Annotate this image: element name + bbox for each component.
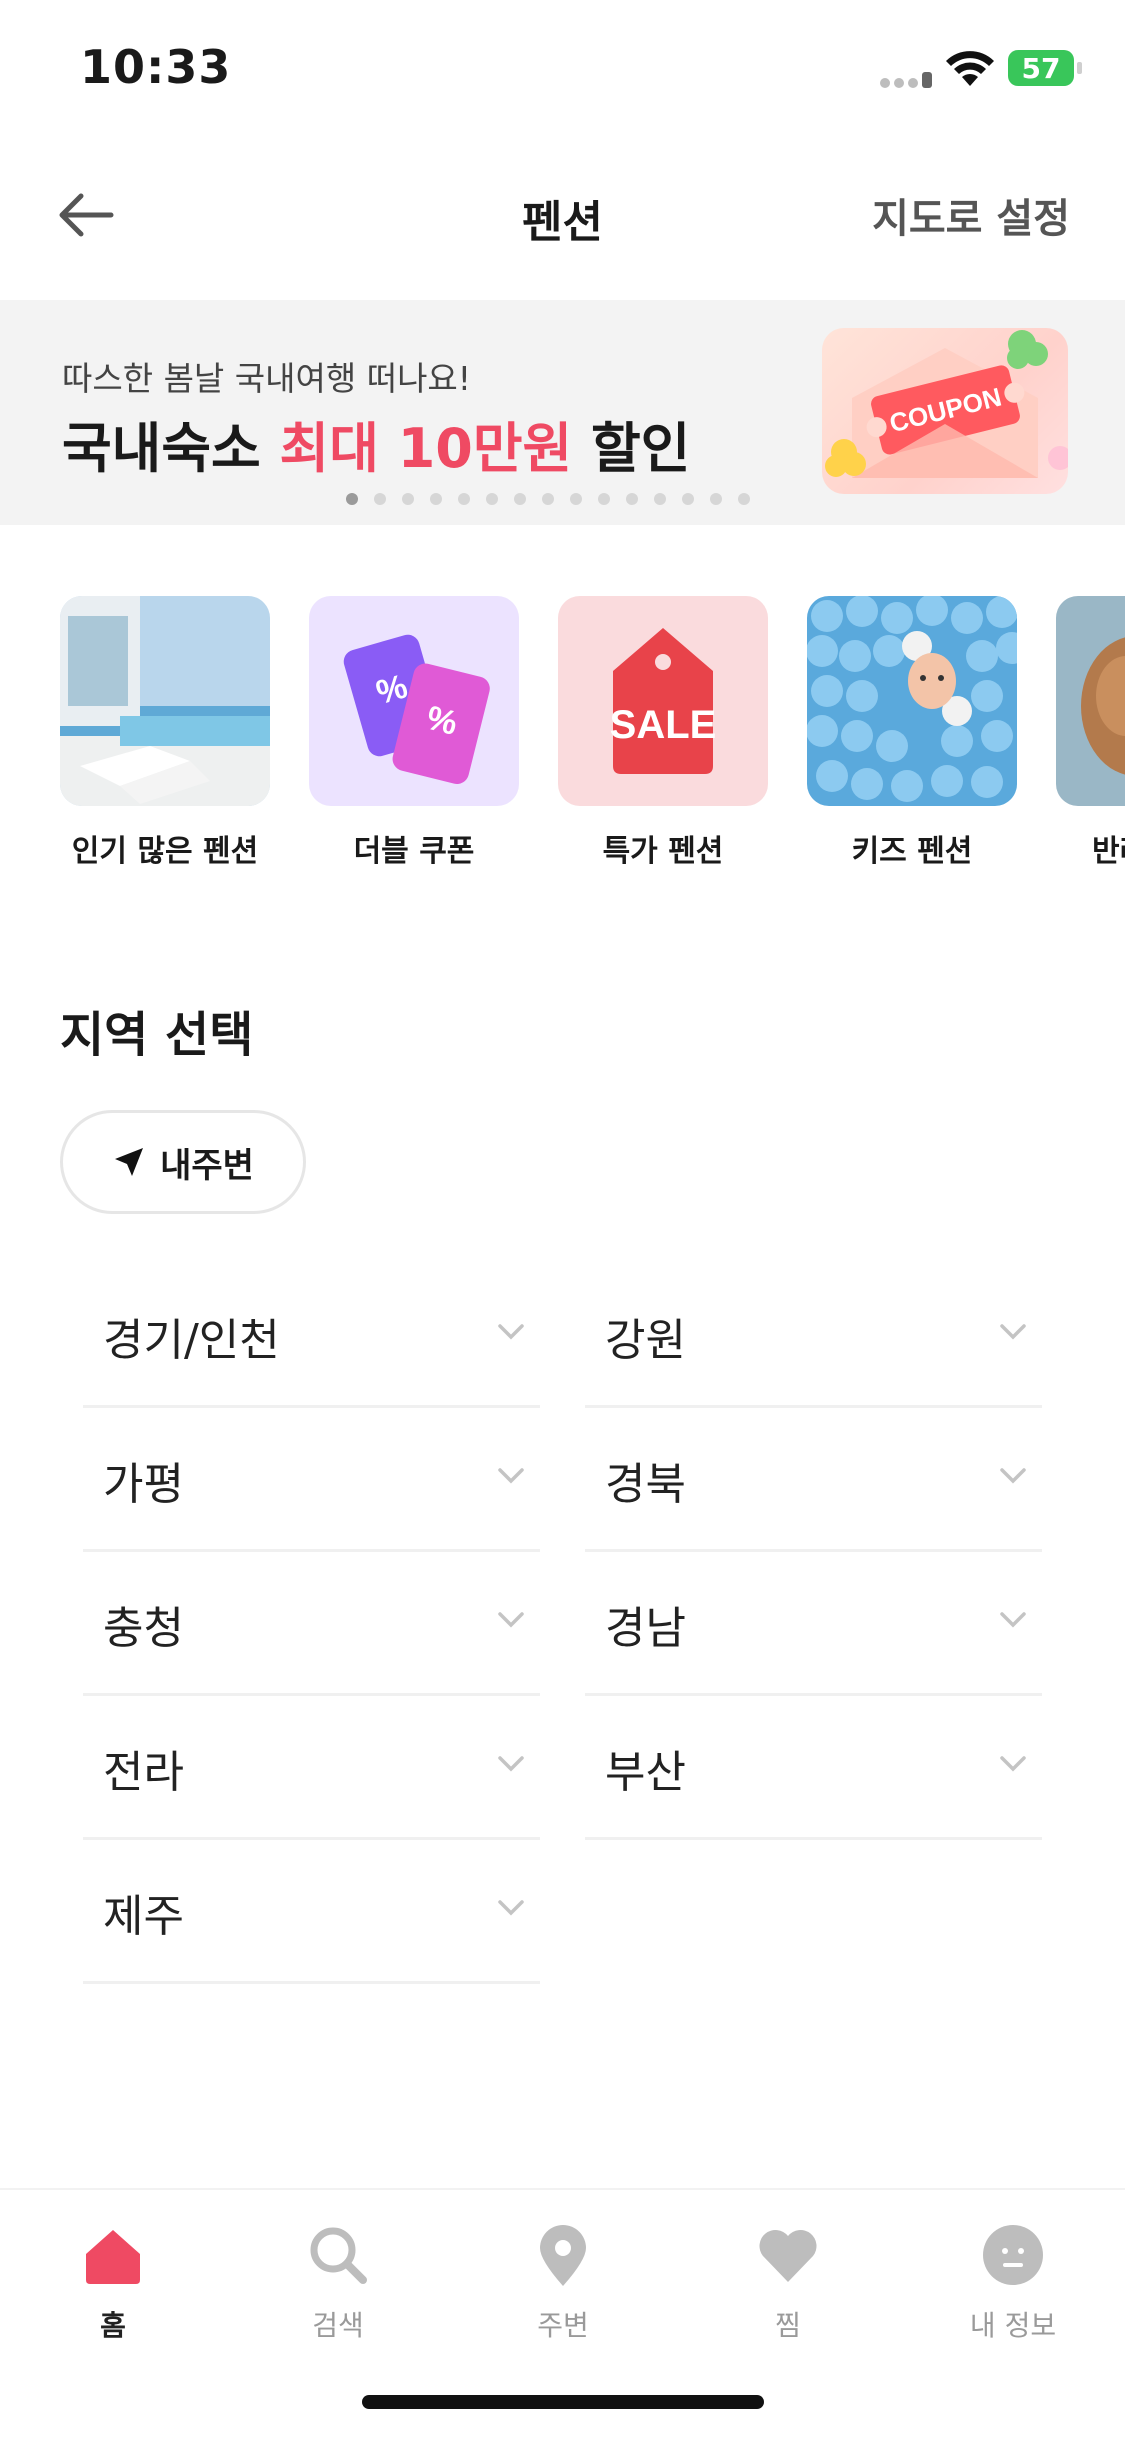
status-bar: 10:33 57	[0, 0, 1125, 140]
battery-icon: 57	[1008, 50, 1082, 86]
map-settings-button[interactable]: 지도로 설정	[872, 186, 1070, 244]
category-label: 더블 쿠폰	[353, 834, 475, 869]
region-jeju[interactable]: 제주	[83, 1840, 540, 1984]
banner-title: 국내숙소 최대 10만원 할인	[62, 404, 690, 483]
tab-label: 내 정보	[969, 2309, 1057, 2342]
navigation-arrow-icon	[115, 1148, 144, 1176]
banner-pagination	[346, 493, 750, 505]
status-time: 10:33	[80, 40, 232, 94]
region-name: 충청	[103, 1603, 184, 1654]
category-label: 특가 펜션	[602, 834, 724, 869]
banner-title-prefix: 국내숙소	[62, 417, 280, 480]
dog-photo	[1056, 596, 1125, 806]
tab-label: 찜	[775, 2309, 801, 2342]
chevron-down-icon	[1000, 1756, 1026, 1772]
chevron-down-icon	[498, 1612, 524, 1628]
chevron-down-icon	[1000, 1324, 1026, 1340]
region-name: 전라	[103, 1747, 184, 1798]
tab-home[interactable]: 홈	[33, 2220, 193, 2344]
tab-my-info[interactable]: 내 정보	[933, 2220, 1093, 2344]
profile-icon	[983, 2225, 1043, 2285]
region-gyeonggi-incheon[interactable]: 경기/인천	[83, 1264, 540, 1408]
category-pet-pension[interactable]: 반려	[1056, 596, 1125, 870]
cellular-signal-icon	[880, 72, 936, 92]
category-double-coupon[interactable]: % % 더블 쿠폰	[309, 596, 519, 870]
banner-subtitle: 따스한 봄날 국내여행 떠나요!	[62, 359, 472, 398]
tab-label: 주변	[537, 2309, 589, 2342]
region-gapyeong[interactable]: 가평	[83, 1408, 540, 1552]
wifi-icon	[946, 51, 994, 86]
tab-nearby[interactable]: 주변	[483, 2220, 643, 2344]
home-icon	[86, 2230, 140, 2284]
chevron-down-icon	[1000, 1468, 1026, 1484]
region-section-title: 지역 선택	[60, 1007, 254, 1063]
coupon-illustration: COUPON	[822, 328, 1068, 494]
region-name: 경기/인천	[103, 1315, 280, 1366]
pool-villa-photo	[60, 596, 270, 806]
tab-search[interactable]: 검색	[258, 2220, 418, 2344]
region-jeolla[interactable]: 전라	[83, 1696, 540, 1840]
kids-ball-pit-photo	[807, 596, 1017, 806]
battery-level: 57	[1021, 51, 1061, 85]
region-busan[interactable]: 부산	[585, 1696, 1042, 1840]
tab-label: 검색	[312, 2309, 364, 2342]
nav-header: 펜션 지도로 설정	[0, 160, 1125, 270]
region-chungcheong[interactable]: 충청	[83, 1552, 540, 1696]
banner-title-highlight: 최대 10만원	[279, 417, 573, 480]
chevron-down-icon	[1000, 1612, 1026, 1628]
nearby-button[interactable]: 내주변	[60, 1110, 306, 1214]
region-name: 경남	[605, 1603, 686, 1654]
region-name: 가평	[103, 1459, 184, 1510]
region-name: 강원	[605, 1315, 686, 1366]
category-popular-pension[interactable]: 인기 많은 펜션	[60, 596, 270, 870]
category-label: 키즈 펜션	[851, 834, 973, 869]
chevron-down-icon	[498, 1324, 524, 1340]
category-kids-pension[interactable]: 키즈 펜션	[807, 596, 1017, 870]
chevron-down-icon	[498, 1900, 524, 1916]
sale-tag-icon: SALE	[558, 596, 768, 806]
region-gyeongbuk[interactable]: 경북	[585, 1408, 1042, 1552]
category-carousel[interactable]: 인기 많은 펜션 % % 더블 쿠폰 SALE 특가 펜션 키즈 펜션 반	[60, 596, 1125, 876]
tab-label: 홈	[100, 2309, 126, 2342]
region-name: 부산	[605, 1747, 686, 1798]
sale-tag-text: SALE	[610, 703, 717, 747]
double-coupon-icon: % %	[309, 596, 519, 806]
region-name: 제주	[103, 1891, 184, 1942]
promo-banner[interactable]: 따스한 봄날 국내여행 떠나요! 국내숙소 최대 10만원 할인 COUPON	[0, 300, 1125, 525]
region-name: 경북	[605, 1459, 686, 1510]
heart-icon	[759, 2229, 817, 2282]
region-gangwon[interactable]: 강원	[585, 1264, 1042, 1408]
category-special-price[interactable]: SALE 특가 펜션	[558, 596, 768, 870]
tab-favorites[interactable]: 찜	[708, 2220, 868, 2344]
category-label: 반려	[1092, 834, 1125, 869]
location-pin-icon	[540, 2225, 586, 2286]
chevron-down-icon	[498, 1468, 524, 1484]
home-indicator	[362, 2395, 764, 2409]
coupon-envelope-icon: COUPON	[825, 330, 1068, 478]
search-icon	[310, 2227, 367, 2284]
chevron-down-icon	[498, 1756, 524, 1772]
nearby-button-label: 내주변	[160, 1145, 254, 1186]
category-label: 인기 많은 펜션	[71, 834, 259, 869]
region-gyeongnam[interactable]: 경남	[585, 1552, 1042, 1696]
banner-title-suffix: 할인	[572, 417, 691, 480]
